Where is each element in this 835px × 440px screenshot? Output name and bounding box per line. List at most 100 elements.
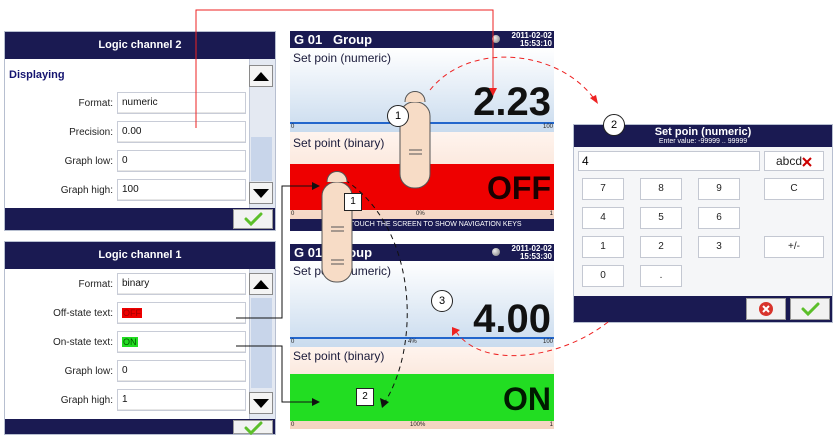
key-4[interactable]: 4 [582,207,624,229]
graph-low-label: Graph low: [64,366,113,377]
step-callout-1: 1 [387,105,409,127]
step-callout-2: 2 [603,114,625,136]
scale-min: 0 [291,124,295,130]
on-state-text-field[interactable]: ON [117,331,246,353]
key-6[interactable]: 6 [698,207,740,229]
hint-text: TOUCH THE SCREEN TO SHOW NAVIGATION KEYS [350,221,522,228]
key-8[interactable]: 8 [640,178,682,200]
off-state-text-field[interactable]: OFF [117,302,246,324]
bottom-bar [5,208,275,230]
key-3[interactable]: 3 [698,236,740,258]
checkmark-icon [244,212,263,227]
tile-label: Set point (binary) [293,136,385,150]
format-field[interactable]: binary [117,273,246,295]
tile-value: 4.00 [473,297,551,341]
tile-bar [290,337,554,339]
abcd-key-label: abcd [775,154,803,168]
checkmark-icon [801,302,820,317]
logic-channel-2-panel: Logic channel 2 Displaying Format: numer… [4,31,276,231]
scale-min: 0 [291,339,295,345]
graph-high-field[interactable]: 100 [117,179,246,201]
tile-value: OFF [487,170,551,206]
scrollbar-thumb[interactable] [251,298,272,388]
bottom-bar [5,419,275,436]
graph-low-field[interactable]: 0 [117,150,246,172]
arrow-down-icon [253,189,269,198]
key-plus-minus[interactable]: +/- [764,236,824,258]
on-state-text-label: On-state text: [52,337,113,348]
tile-value: 2.23 [473,80,551,124]
key-5[interactable]: 5 [640,207,682,229]
screen-header: G 01 Group 2011-02-02 15:53:10 [290,31,554,48]
scroll-down-button[interactable] [249,392,273,414]
binary-tile[interactable]: Set point (binary) ON 0 100% 1 [290,347,554,429]
off-state-block: OFF [290,164,554,210]
scroll-up-button[interactable] [249,273,273,295]
step-square-2: 2 [356,388,374,406]
backspace-icon [802,157,812,167]
time: 15:53:30 [519,252,552,261]
scale-max: 1 [549,422,553,428]
numeric-tile[interactable]: Set poin (numeric) 4.00 0 4% 100 [290,261,554,347]
format-label: Format: [78,279,113,290]
tile-bar [290,122,554,124]
step-square-1: 1 [344,193,362,211]
step-callout-3: 3 [431,290,453,312]
scale-max: 100 [542,339,553,345]
status-led-icon [492,248,500,256]
key-clear[interactable]: C [764,178,824,200]
time: 15:53:10 [519,39,552,48]
navigation-hint: TOUCH THE SCREEN TO SHOW NAVIGATION KEYS [290,219,554,231]
scroll-up-button[interactable] [249,65,273,87]
status-led-icon [492,35,500,43]
scale-mid: 100% [410,422,426,428]
group-screen-top: G 01 Group 2011-02-02 15:53:10 Set poin … [290,31,554,231]
keypad-dialog: Set poin (numeric) Enter value: -99999 .… [573,124,833,323]
screen-header: G 01 Group 2011-02-02 15:53:30 [290,244,554,261]
tile-label: Set poin (numeric) [293,51,392,65]
panel-title: Logic channel 1 [5,242,275,269]
key-1[interactable]: 1 [582,236,624,258]
binary-tile[interactable]: Set point (binary) OFF 0 0% 1 TOUCH THE … [290,132,554,231]
scale-mid: 0% [416,211,425,217]
group-title: G 01 Group [294,245,373,260]
precision-field[interactable]: 0.00 [117,121,246,143]
key-7[interactable]: 7 [582,178,624,200]
graph-low-field[interactable]: 0 [117,360,246,382]
key-9[interactable]: 9 [698,178,740,200]
datetime: 2011-02-02 15:53:30 [512,245,552,261]
on-state-block: ON [290,374,554,421]
format-field[interactable]: numeric [117,92,246,114]
key-decimal[interactable]: . [640,265,682,287]
graph-high-label: Graph high: [60,395,113,406]
cancel-icon [759,302,773,316]
group-screen-bottom: G 01 Group 2011-02-02 15:53:30 Set poin … [290,244,554,429]
off-state-text-label: Off-state text: [53,308,113,319]
key-2[interactable]: 2 [640,236,682,258]
scale-mid: 4% [408,339,417,345]
scale-min: 0 [291,211,295,217]
graph-high-field[interactable]: 1 [117,389,246,411]
ok-button[interactable] [233,209,273,229]
scale-max: 1 [549,211,553,217]
scroll-down-button[interactable] [249,182,273,204]
numeric-tile[interactable]: Set poin (numeric) 2.23 0 100 [290,48,554,132]
abcd-mode-key[interactable]: abcd [764,151,824,171]
key-0[interactable]: 0 [582,265,624,287]
on-state-swatch: ON [122,337,138,347]
arrow-up-icon [253,72,269,81]
cancel-button[interactable] [746,298,786,320]
keypad-bottom-bar [574,296,832,322]
group-title: G 01 Group [294,32,373,47]
ok-button[interactable] [790,298,830,320]
graph-high-label: Graph high: [60,185,113,196]
scale-min: 0 [291,422,295,428]
format-label: Format: [78,98,113,109]
keypad-range: Enter value: -99999 .. 99999 [658,138,748,145]
tile-label: Set poin (numeric) [293,264,392,278]
value-input[interactable]: 4 [578,151,760,171]
ok-button[interactable] [233,420,273,436]
red-arrowhead [590,95,598,104]
scrollbar-thumb[interactable] [251,137,272,181]
off-state-swatch: OFF [122,308,142,318]
